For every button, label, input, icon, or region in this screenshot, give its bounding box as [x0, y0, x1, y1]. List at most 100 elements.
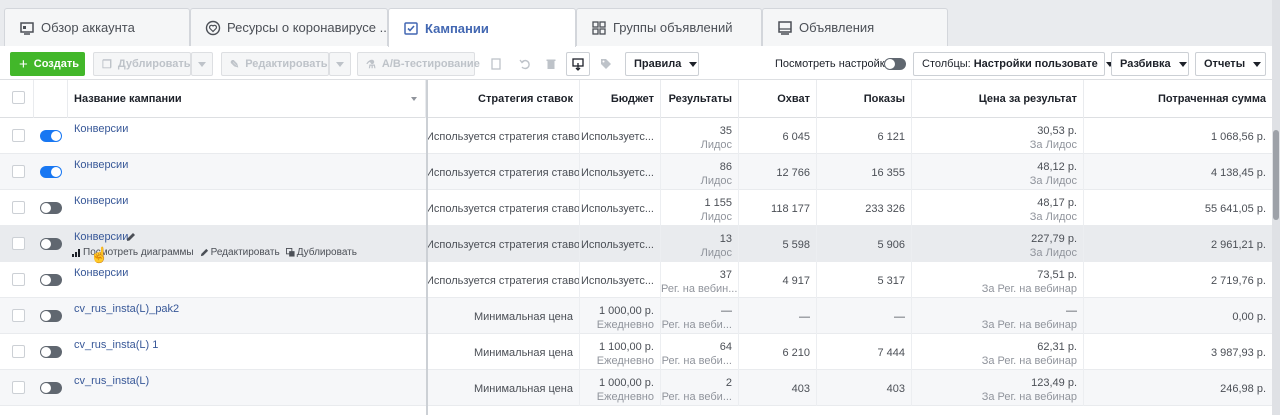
strategy-value: Используется стратегия ставок ...	[426, 203, 580, 215]
archive-icon[interactable]	[484, 52, 508, 76]
undo-icon[interactable]	[513, 52, 537, 76]
results-cell: 35 Лидос	[661, 118, 739, 154]
table-row[interactable]: cv_rus_insta(L) 1 Минимальная цена 1 100…	[0, 334, 1272, 370]
column-header-reach[interactable]: Охват	[739, 80, 817, 118]
row-checkbox[interactable]	[12, 381, 25, 394]
campaign-toggle[interactable]	[40, 310, 62, 322]
rules-label: Правила	[634, 58, 682, 70]
results-cell: 64 Рег. на веби...	[661, 334, 739, 370]
spent-cell: 2 719,76 р.	[1084, 262, 1272, 298]
table-row[interactable]: Конверсии Используется стратегия ставок …	[0, 262, 1272, 298]
impressions-value: 403	[886, 383, 905, 395]
column-header-name[interactable]: Название кампании	[68, 80, 426, 118]
chevron-down-icon	[1178, 61, 1187, 67]
campaign-name-link[interactable]: cv_rus_insta(L)	[74, 375, 149, 387]
strategy-cell: Используется стратегия ставок ...	[426, 226, 580, 262]
columns-prefix: Столбцы:	[922, 58, 971, 70]
budget-period: Ежедневно	[596, 355, 654, 367]
edit-name-icon[interactable]	[126, 231, 136, 245]
row-checkbox[interactable]	[12, 273, 25, 286]
tab-ads[interactable]: Объявления	[762, 8, 948, 46]
edit-button[interactable]: ✎ Редактировать	[221, 52, 329, 76]
tag-icon[interactable]	[594, 52, 618, 76]
row-checkbox[interactable]	[12, 201, 25, 214]
row-checkbox[interactable]	[12, 237, 25, 250]
campaign-name-link[interactable]: cv_rus_insta(L) 1	[74, 339, 158, 351]
ab-test-button[interactable]: ⚗ A/B-тестирование	[357, 52, 480, 76]
ad-icon	[777, 20, 793, 36]
row-checkbox[interactable]	[12, 165, 25, 178]
row-checkbox[interactable]	[12, 309, 25, 322]
campaign-toggle[interactable]	[40, 130, 62, 142]
campaign-toggle[interactable]	[40, 166, 62, 178]
column-header-budget[interactable]: Бюджет	[580, 80, 661, 118]
cost-per-result-type: За Лидос	[1029, 211, 1077, 223]
budget-value: Используетс...	[580, 239, 654, 251]
budget-period: Ежедневно	[596, 391, 654, 403]
pencil-icon	[200, 248, 208, 257]
strategy-cell: Используется стратегия ставок ...	[426, 154, 580, 190]
view-settings-toggle[interactable]	[884, 58, 906, 73]
bar-chart-icon	[72, 248, 80, 257]
budget-cell: 1 000,00 р. Ежедневно	[580, 298, 661, 334]
edit-dropdown[interactable]	[329, 52, 351, 76]
toggle-header-cell	[34, 80, 68, 118]
reports-button[interactable]: Отчеты	[1195, 52, 1266, 76]
tab-campaigns[interactable]: Кампании	[388, 8, 576, 47]
column-header-spent[interactable]: Потраченная сумма	[1084, 80, 1272, 118]
trash-icon[interactable]	[539, 52, 563, 76]
select-all-checkbox[interactable]	[12, 91, 25, 104]
column-header-results[interactable]: Результаты	[661, 80, 739, 118]
campaign-toggle[interactable]	[40, 346, 62, 358]
row-duplicate-link[interactable]: Дублировать	[285, 247, 357, 258]
page-scrollbar[interactable]	[1272, 0, 1280, 415]
breakdown-button[interactable]: Разбивка	[1111, 52, 1189, 76]
cost-per-result-cell: 73,51 р. За Рег. на вебинар	[912, 262, 1084, 298]
view-settings-text: Посмотреть настройки	[775, 58, 891, 70]
scrollbar-thumb[interactable]	[1273, 130, 1279, 220]
column-header-impressions[interactable]: Показы	[817, 80, 912, 118]
column-header-cost-per-result[interactable]: Цена за результат	[912, 80, 1084, 118]
campaign-toggle[interactable]	[40, 238, 62, 250]
tab-ad-sets[interactable]: Группы объявлений	[576, 8, 762, 46]
row-checkbox[interactable]	[12, 129, 25, 142]
duplicate-button[interactable]: ❐ Дублировать	[93, 52, 191, 76]
spent-cell: 3 987,93 р.	[1084, 334, 1272, 370]
table-row[interactable]: cv_rus_insta(L)_pak2 Минимальная цена 1 …	[0, 298, 1272, 334]
campaign-name-link[interactable]: Конверсии	[74, 267, 128, 279]
cost-per-result-type: За Лидос	[1029, 139, 1077, 151]
row-edit-link[interactable]: Редактировать	[200, 247, 280, 258]
spent-value: 3 987,93 р.	[1210, 347, 1266, 359]
duplicate-dropdown[interactable]	[191, 52, 213, 76]
campaign-name-link[interactable]: Конверсии	[74, 195, 128, 207]
impressions-cell: 233 326	[817, 190, 912, 226]
campaign-name-link[interactable]: Конверсии	[74, 231, 128, 243]
campaign-name-link[interactable]: Конверсии	[74, 159, 128, 171]
campaign-name-link[interactable]: Конверсии	[74, 123, 128, 135]
strategy-value: Минимальная цена	[473, 347, 573, 359]
column-header-strategy[interactable]: Стратегия ставок	[426, 80, 580, 118]
row-checkbox[interactable]	[12, 345, 25, 358]
spent-value: 0,00 р.	[1232, 311, 1266, 323]
export-chart-icon[interactable]	[566, 52, 590, 76]
campaign-toggle[interactable]	[40, 202, 62, 214]
table-row[interactable]: Конверсии Посмотреть диаграммы Редактиро…	[0, 226, 1272, 264]
rules-button[interactable]: Правила	[625, 52, 699, 76]
campaign-name-link[interactable]: cv_rus_insta(L)_pak2	[74, 303, 179, 315]
campaign-toggle[interactable]	[40, 274, 62, 286]
results-type: Лидос	[700, 139, 732, 151]
cost-per-result-type: За Лидос	[1029, 175, 1077, 187]
tab-account-overview[interactable]: Обзор аккаунта	[4, 8, 190, 46]
columns-button[interactable]: Столбцы: Настройки пользовате	[913, 52, 1114, 76]
sort-icon[interactable]	[411, 97, 417, 101]
table-row[interactable]: cv_rus_insta(L) Минимальная цена 1 000,0…	[0, 370, 1272, 406]
table-row[interactable]: Конверсии Используется стратегия ставок …	[0, 190, 1272, 226]
tab-covid-resources[interactable]: Ресурсы о коронавирусе ...	[190, 8, 388, 46]
chevron-down-icon	[198, 61, 206, 67]
table-row[interactable]: Конверсии Используется стратегия ставок …	[0, 154, 1272, 190]
table-row[interactable]: Конверсии Используется стратегия ставок …	[0, 118, 1272, 154]
campaign-toggle[interactable]	[40, 382, 62, 394]
create-button[interactable]: + Создать	[10, 52, 85, 76]
cost-per-result-cell: 48,12 р. За Лидос	[912, 154, 1084, 190]
chevron-down-icon	[1253, 61, 1262, 67]
